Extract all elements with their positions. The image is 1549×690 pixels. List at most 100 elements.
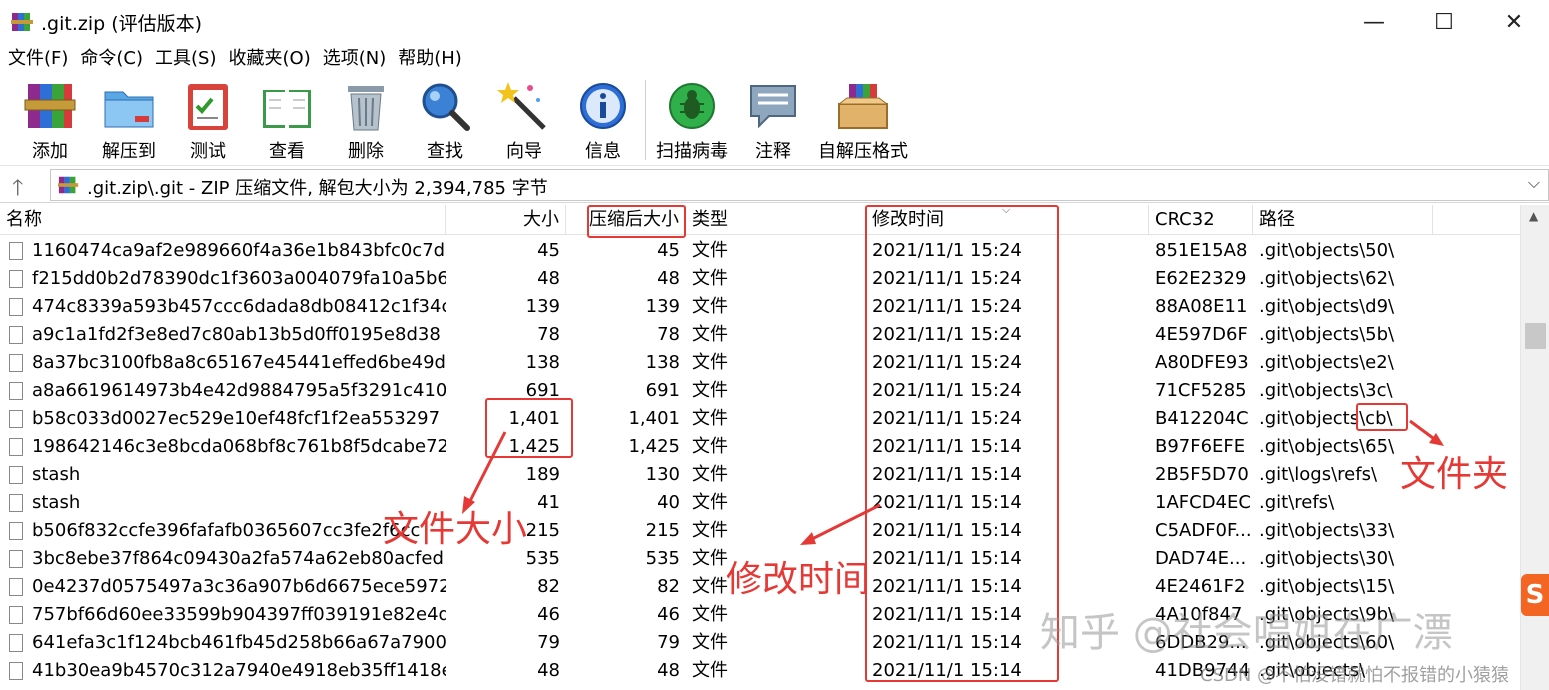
file-row[interactable]: f215dd0b2d78390dc1f3603a004079fa10a5b6 48… (0, 265, 1520, 293)
file-icon (9, 578, 23, 596)
file-packed-size: 1,401 (628, 408, 680, 429)
file-icon (9, 298, 23, 316)
file-name: 1160474ca9af2e989660f4a36e1b843bfc0c7d (32, 240, 446, 261)
file-row[interactable]: 8a37bc3100fb8a8c65167e45441effed6be49d 13… (0, 349, 1520, 377)
address-field[interactable]: .git.zip\.git - ZIP 压缩文件, 解包大小为 2,394,78… (50, 169, 1549, 201)
file-crc32: 2B5F5D70 (1155, 464, 1249, 485)
file-type: 文件 (692, 296, 728, 317)
wizard-button[interactable]: 向导 (496, 78, 552, 164)
menu-options[interactable]: 选项(N) (323, 44, 387, 74)
file-row[interactable]: b506f832ccfe396fafafb0365607cc3fe2f6cc 21… (0, 517, 1520, 545)
sfx-button[interactable]: 自解压格式 (816, 78, 910, 164)
file-row[interactable]: 198642146c3e8bcda068bf8c761b8f5dcabe72 1,… (0, 433, 1520, 461)
column-size[interactable]: 大小 (446, 205, 566, 235)
close-button[interactable]: ✕ (1479, 0, 1549, 44)
file-path: .git\objects\30\ (1259, 548, 1395, 569)
file-packed-size: 78 (657, 324, 680, 345)
file-path: .git\objects\62\ (1259, 268, 1395, 289)
file-path: .git\objects\15\ (1259, 576, 1395, 597)
file-type: 文件 (692, 380, 728, 401)
file-row[interactable]: a8a6619614973b4e42d9884795a5f3291c4103 69… (0, 377, 1520, 405)
file-packed-size: 46 (657, 604, 680, 625)
file-crc32: 4E2461F2 (1155, 576, 1246, 597)
info-button[interactable]: 信息 (575, 78, 631, 164)
list-header: 名称 大小 压缩后大小 类型 修改时间 CRC32 路径 ⌵ (0, 205, 1520, 235)
file-crc32: 851E15A8 (1155, 240, 1248, 261)
column-name[interactable]: 名称 (0, 205, 446, 235)
menu-help[interactable]: 帮助(H) (398, 44, 462, 74)
file-row[interactable]: 474c8339a593b457ccc6dada8db08412c1f34c 13… (0, 293, 1520, 321)
file-icon (9, 438, 23, 456)
file-name: 198642146c3e8bcda068bf8c761b8f5dcabe72 (32, 436, 446, 457)
chevron-down-icon[interactable]: ⌵ (1528, 173, 1540, 193)
archive-icon (58, 176, 79, 194)
delete-button[interactable]: 删除 (338, 78, 394, 164)
file-icon (9, 410, 23, 428)
file-type: 文件 (692, 492, 728, 513)
file-path: .git\objects\50\ (1259, 240, 1395, 261)
extract-folder-icon (104, 91, 154, 128)
sogou-ime-icon[interactable]: S (1521, 574, 1549, 616)
up-folder-button[interactable]: 🡑 (12, 171, 23, 209)
file-packed-size: 138 (645, 352, 680, 373)
menu-favorites[interactable]: 收藏夹(O) (229, 44, 311, 74)
file-row[interactable]: stash 189 130 文件 2021/11/1 15:14 2B5F5D70 .git… (0, 461, 1520, 489)
column-crc32[interactable]: CRC32 (1149, 205, 1253, 235)
file-name: a8a6619614973b4e42d9884795a5f3291c4103 (32, 380, 446, 401)
file-name: a9c1a1fd2f3e8ed7c80ab13b5d0ff0195e8d38 (32, 324, 441, 345)
test-button[interactable]: 测试 (180, 78, 236, 164)
maximize-button[interactable]: ☐ (1409, 0, 1479, 44)
minimize-button[interactable]: — (1339, 0, 1409, 44)
file-size: 82 (537, 576, 560, 597)
file-row[interactable]: a9c1a1fd2f3e8ed7c80ab13b5d0ff0195e8d38 78… (0, 321, 1520, 349)
find-button[interactable]: 查找 (417, 78, 473, 164)
vertical-scrollbar[interactable]: ▲ (1520, 205, 1549, 690)
file-type: 文件 (692, 268, 728, 289)
virus-scan-button[interactable]: 扫描病毒 (655, 78, 729, 164)
file-icon (9, 494, 23, 512)
annotation-box-packed-size (587, 205, 686, 238)
file-name: 474c8339a593b457ccc6dada8db08412c1f34c (32, 296, 446, 317)
file-packed-size: 1,425 (628, 436, 680, 457)
file-icon (9, 522, 23, 540)
menu-file[interactable]: 文件(F) (8, 44, 68, 74)
file-icon (9, 634, 23, 652)
file-size: 138 (525, 352, 560, 373)
file-type: 文件 (692, 352, 728, 373)
file-icon (9, 354, 23, 372)
window-title: .git.zip (评估版本) (41, 13, 203, 35)
sfx-box-icon (837, 84, 889, 129)
file-packed-size: 215 (645, 520, 680, 541)
file-type: 文件 (692, 464, 728, 485)
menu-commands[interactable]: 命令(C) (80, 44, 143, 74)
scroll-thumb[interactable] (1525, 323, 1546, 349)
file-type: 文件 (692, 520, 728, 541)
extract-to-button[interactable]: 解压到 (98, 78, 160, 164)
file-row[interactable]: 1160474ca9af2e989660f4a36e1b843bfc0c7d 45… (0, 237, 1520, 265)
file-packed-size: 40 (657, 492, 680, 513)
file-path: .git\objects\33\ (1259, 520, 1395, 541)
file-row[interactable]: stash 41 40 文件 2021/11/1 15:14 1AFCD4EC .git\r… (0, 489, 1520, 517)
menu-bar: 文件(F) 命令(C) 工具(S) 收藏夹(O) 选项(N) 帮助(H) (0, 44, 1549, 74)
file-size: 139 (525, 296, 560, 317)
comment-button[interactable]: 注释 (745, 78, 801, 164)
file-crc32: B412204C (1155, 408, 1249, 429)
file-name: 0e4237d0575497a3c36a907b6d6675ece59725 (32, 576, 446, 597)
info-icon (580, 83, 626, 129)
menu-tools[interactable]: 工具(S) (155, 44, 216, 74)
file-name: 757bf66d60ee33599b904397ff039191e82e4d (32, 604, 446, 625)
csdn-watermark: CSDN @不怕没错就怕不报错的小猿猿 (1200, 665, 1510, 686)
file-icon (9, 466, 23, 484)
file-row[interactable]: b58c033d0027ec529e10ef48fcf1f2ea553297 1,… (0, 405, 1520, 433)
column-path[interactable]: 路径 (1253, 205, 1433, 235)
add-button[interactable]: 添加 (20, 78, 80, 164)
column-type[interactable]: 类型 (686, 205, 866, 235)
file-name: 8a37bc3100fb8a8c65167e45441effed6be49d (32, 352, 446, 373)
file-name: stash (32, 464, 81, 485)
view-button[interactable]: 查看 (256, 78, 318, 164)
scroll-up-arrow-icon[interactable]: ▲ (1529, 209, 1538, 223)
file-crc32: A80DFE93 (1155, 352, 1249, 373)
annotation-modified-time: 修改时间 (726, 559, 871, 600)
file-type: 文件 (692, 408, 728, 429)
file-path: .git\objects\5b\ (1259, 324, 1395, 345)
